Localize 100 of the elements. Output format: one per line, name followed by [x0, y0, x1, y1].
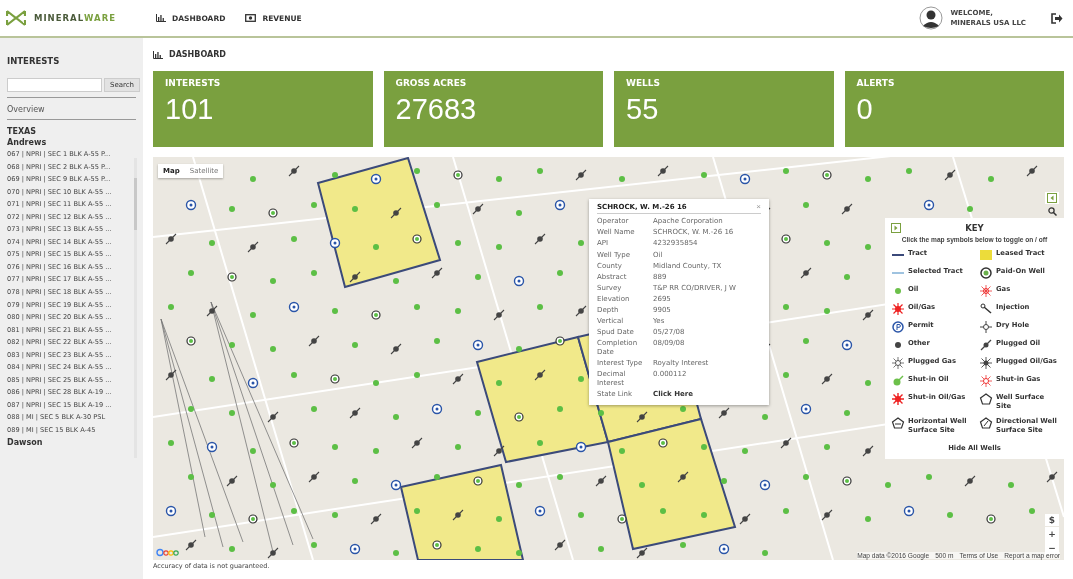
search-field[interactable] — [7, 78, 102, 92]
permit-marker[interactable] — [247, 377, 259, 389]
well-marker[interactable] — [555, 336, 565, 346]
well-marker[interactable] — [434, 202, 440, 208]
well-marker[interactable] — [472, 203, 484, 215]
well-marker[interactable] — [619, 176, 625, 182]
well-marker[interactable] — [986, 514, 996, 524]
well-marker[interactable] — [964, 475, 976, 487]
tract-polygon[interactable] — [399, 463, 525, 560]
well-marker[interactable] — [393, 414, 399, 420]
well-marker[interactable] — [1026, 165, 1038, 177]
well-marker[interactable] — [289, 438, 299, 448]
well-marker[interactable] — [267, 411, 279, 423]
county-heading[interactable]: Dawson — [7, 436, 136, 448]
well-marker[interactable] — [783, 508, 789, 514]
well-marker[interactable] — [803, 338, 809, 344]
well-marker[interactable] — [824, 308, 830, 314]
well-marker[interactable] — [762, 550, 768, 556]
well-marker[interactable] — [373, 448, 379, 454]
well-marker[interactable] — [680, 542, 686, 548]
well-marker[interactable] — [906, 168, 912, 174]
well-marker[interactable] — [291, 372, 297, 378]
well-marker[interactable] — [967, 206, 973, 212]
permit-marker[interactable] — [800, 403, 812, 415]
tract-polygon[interactable] — [316, 157, 442, 289]
well-marker[interactable] — [270, 482, 276, 488]
well-marker[interactable] — [783, 372, 789, 378]
tract-polygon[interactable] — [606, 417, 737, 551]
scrollbar-thumb[interactable] — [134, 178, 137, 230]
well-marker[interactable] — [390, 343, 402, 355]
well-marker[interactable] — [822, 170, 832, 180]
well-marker[interactable] — [475, 410, 481, 416]
well-marker[interactable] — [352, 206, 358, 212]
well-marker[interactable] — [926, 474, 932, 480]
well-marker[interactable] — [248, 514, 258, 524]
well-marker[interactable] — [431, 267, 443, 279]
logout-icon[interactable] — [1051, 12, 1063, 24]
well-marker[interactable] — [841, 203, 853, 215]
well-marker[interactable] — [412, 234, 422, 244]
well-marker[interactable] — [475, 546, 481, 552]
well-marker[interactable] — [537, 304, 543, 310]
well-marker[interactable] — [288, 165, 300, 177]
well-marker[interactable] — [185, 539, 197, 551]
well-marker[interactable] — [370, 513, 382, 525]
well-marker[interactable] — [250, 176, 256, 182]
well-marker[interactable] — [496, 244, 502, 250]
well-marker[interactable] — [657, 165, 669, 177]
well-marker[interactable] — [557, 406, 563, 412]
well-marker[interactable] — [165, 233, 177, 245]
well-marker[interactable] — [168, 440, 174, 446]
well-marker[interactable] — [803, 474, 809, 480]
well-marker[interactable] — [821, 509, 833, 521]
well-marker[interactable] — [783, 304, 789, 310]
well-marker[interactable] — [516, 210, 522, 216]
well-marker[interactable] — [291, 236, 297, 242]
well-marker[interactable] — [598, 546, 604, 552]
permit-marker[interactable] — [739, 173, 751, 185]
well-marker[interactable] — [1008, 482, 1014, 488]
well-marker[interactable] — [206, 305, 218, 317]
well-marker[interactable] — [947, 512, 953, 518]
well-marker[interactable] — [267, 547, 279, 559]
well-marker[interactable] — [229, 342, 235, 348]
permit-marker[interactable] — [390, 479, 402, 491]
well-marker[interactable] — [270, 346, 276, 352]
well-marker[interactable] — [188, 406, 194, 412]
well-marker[interactable] — [332, 308, 338, 314]
well-marker[interactable] — [862, 445, 874, 457]
well-marker[interactable] — [496, 380, 502, 386]
well-marker[interactable] — [617, 514, 627, 524]
well-marker[interactable] — [988, 176, 994, 182]
well-marker[interactable] — [291, 508, 297, 514]
well-marker[interactable] — [824, 240, 830, 246]
well-marker[interactable] — [514, 412, 524, 422]
well-marker[interactable] — [227, 272, 237, 282]
well-marker[interactable] — [434, 474, 440, 480]
permit-marker[interactable] — [923, 199, 935, 211]
well-marker[interactable] — [373, 244, 379, 250]
permit-marker[interactable] — [554, 199, 566, 211]
well-marker[interactable] — [453, 170, 463, 180]
well-marker[interactable] — [349, 271, 361, 283]
well-marker[interactable] — [390, 207, 402, 219]
well-marker[interactable] — [844, 274, 850, 280]
well-marker[interactable] — [311, 406, 317, 412]
well-marker[interactable] — [209, 512, 215, 518]
well-marker[interactable] — [496, 516, 502, 522]
well-marker[interactable] — [414, 168, 420, 174]
well-marker[interactable] — [701, 172, 707, 178]
well-marker[interactable] — [168, 304, 174, 310]
permit-marker[interactable] — [472, 339, 484, 351]
permit-marker[interactable] — [349, 543, 361, 555]
well-marker[interactable] — [844, 410, 850, 416]
well-marker[interactable] — [308, 335, 320, 347]
well-marker[interactable] — [575, 169, 587, 181]
well-marker[interactable] — [557, 270, 563, 276]
well-marker[interactable] — [188, 270, 194, 276]
well-marker[interactable] — [636, 547, 648, 559]
permit-marker[interactable] — [841, 339, 853, 351]
well-marker[interactable] — [330, 374, 340, 384]
well-marker[interactable] — [247, 241, 259, 253]
permit-marker[interactable] — [329, 237, 341, 249]
